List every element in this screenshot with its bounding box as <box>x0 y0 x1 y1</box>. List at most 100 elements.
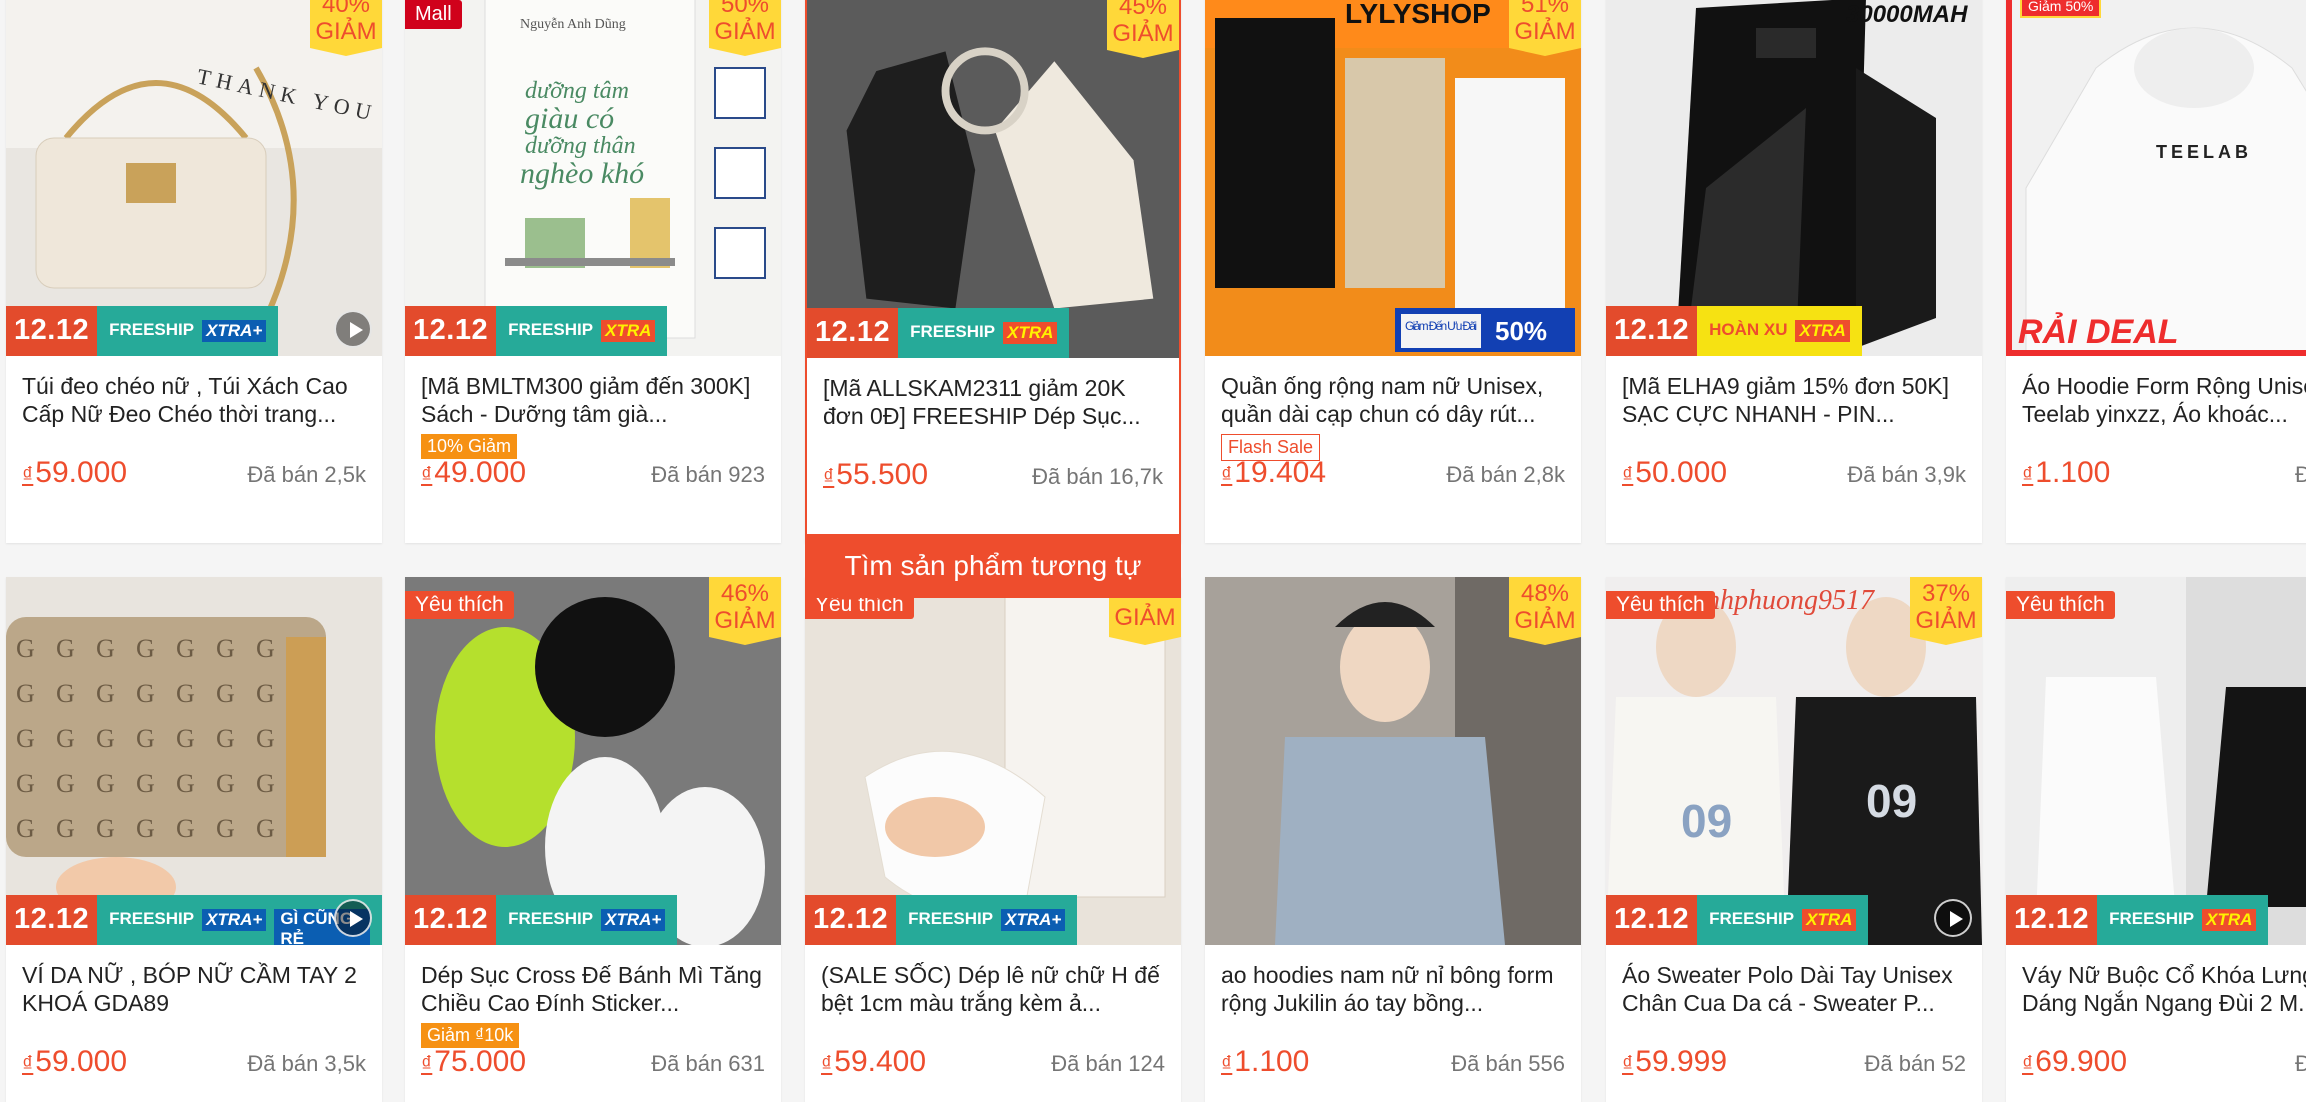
product-grid: THANK YOU 40% GIẢM 12.12 FREESHIP XTRA+ Túi đe… <box>0 0 2306 1102</box>
price-amount: 59.000 <box>35 456 128 489</box>
promo-date: 12.12 <box>2006 895 2098 945</box>
discount-label: GIẢM <box>1112 20 1174 47</box>
svg-text:G: G <box>136 724 155 753</box>
product-title[interactable]: [Mã BMLTM300 giảm đến 300K] Sách - Dưỡng… <box>421 372 765 428</box>
favorite-badge: Yêu thích <box>405 591 514 619</box>
freeship-label: FREESHIP XTRA+ <box>896 895 1078 945</box>
currency-symbol: ₫ <box>821 1051 833 1076</box>
freeship-text: FREESHIP <box>508 320 594 339</box>
svg-text:G: G <box>256 769 275 798</box>
product-thumbnail[interactable]: 48% GIẢM <box>1205 577 1581 945</box>
price-row: ₫59.000 Đã bán 3,5k <box>22 1045 366 1079</box>
currency-symbol: ₫ <box>2022 1051 2034 1076</box>
product-info: Quần ống rộng nam nữ Unisex, quần dài cạ… <box>1205 356 1581 543</box>
svg-text:G: G <box>16 814 35 843</box>
promo-date: 12.12 <box>405 306 497 356</box>
price-amount: 19.404 <box>1234 456 1327 489</box>
price-row: ₫75.000 Đã bán 631 <box>421 1045 765 1079</box>
svg-text:G: G <box>176 724 195 753</box>
product-thumbnail[interactable]: LYLYSHOP Giảm Đến Ưu Đãi 50% 51% GIẢM <box>1205 0 1581 356</box>
product-title[interactable]: [Mã ELHA9 giảm 15% đơn 50K] SẠC CỰC NHAN… <box>1622 372 1966 428</box>
discount-badge: 37% GIẢM <box>1910 577 1982 645</box>
currency-symbol: ₫ <box>421 1051 433 1076</box>
svg-text:G: G <box>256 724 275 753</box>
product-card[interactable]: GGGGGGGGGGGGGGGGGGGGGGGGGGGGGGGGGGGGGGGG… <box>6 577 382 1102</box>
price-amount: 55.500 <box>836 458 929 491</box>
product-thumbnail[interactable]: Nguyễn Anh Dũng dưỡng tâm giàu có dưỡng thâ… <box>405 0 781 356</box>
freeship-label: FREESHIP XTRA+ <box>496 895 678 945</box>
xtra-label: XTRA+ <box>202 909 267 931</box>
product-title[interactable]: Túi đeo chéo nữ , Túi Xách Cao Cấp Nữ Đe… <box>22 372 366 428</box>
product-title[interactable]: (SALE SỐC) Dép lê nữ chữ H đế bệt 1cm mà… <box>821 961 1165 1017</box>
product-info: (SALE SỐC) Dép lê nữ chữ H đế bệt 1cm mà… <box>805 945 1181 1102</box>
price-amount: 75.000 <box>434 1045 527 1078</box>
currency-symbol: ₫ <box>823 464 835 489</box>
discount-percent: 51% <box>1520 0 1570 18</box>
discount-percent: 37% <box>1921 580 1971 607</box>
price-amount: 1.100 <box>2035 456 2111 489</box>
svg-text:G: G <box>16 679 35 708</box>
product-thumbnail[interactable]: 30000MAH 12.12 HOÀN XU XTRA <box>1606 0 1982 356</box>
product-card[interactable]: Nguyễn Anh Dũng dưỡng tâm giàu có dưỡng thâ… <box>405 0 781 543</box>
product-title[interactable]: Váy Nữ Buộc Cổ Khóa Lưng Dáng Ngắn Ngang… <box>2022 961 2306 1017</box>
sold-count: Đã bán 556 <box>1451 1051 1565 1076</box>
product-card[interactable]: 09 09 nhphuong9517 37% GIẢM Yêu thích 12.12 FRE… <box>1606 577 1982 1102</box>
play-video-icon[interactable] <box>334 310 372 348</box>
product-card[interactable]: LYLYSHOP Giảm Đến Ưu Đãi 50% 51% GIẢM Quần ốn… <box>1205 0 1581 543</box>
product-title[interactable]: Quần ống rộng nam nữ Unisex, quần dài cạ… <box>1221 372 1565 428</box>
price-row: ₫1.100 Đã bán <box>2022 456 2306 490</box>
freeship-text: FREESHIP <box>109 320 195 339</box>
product-thumbnail[interactable]: 46% GIẢM Yêu thích 12.12 FREESHIP XTRA+ <box>405 577 781 945</box>
price-amount: 49.000 <box>434 456 527 489</box>
product-title[interactable]: Áo Sweater Polo Dài Tay Unisex Chân Cua … <box>1622 961 1966 1017</box>
product-card[interactable]: 46% GIẢM Yêu thích 12.12 FREESHIP XTRA+ Dép Sụ… <box>405 577 781 1102</box>
currency-symbol: ₫ <box>22 462 34 487</box>
product-image-hoodie: TEELAB <box>2006 0 2306 356</box>
sold-count: Đã bán 124 <box>1051 1051 1165 1076</box>
product-card-hovered[interactable]: 45% GIẢM 12.12 FREESHIP XTRA [Mã ALLSKAM2311 … <box>805 0 1181 598</box>
promo-date: 12.12 <box>1606 306 1698 356</box>
image-text: Nguyễn Anh Dũng <box>520 17 626 32</box>
product-thumbnail[interactable]: TEELAB RẢI DEAL Giảm 50% <box>2006 0 2306 356</box>
product-thumbnail[interactable]: Yêu thích 12.12 FREESHIP XTRA <box>2006 577 2306 945</box>
product-title[interactable]: Áo Hoodie Form Rộng Unisex Teelab yinxzz… <box>2022 372 2306 428</box>
product-price: ₫50.000 <box>1622 456 1727 490</box>
promo-date: 12.12 <box>805 895 897 945</box>
play-video-icon[interactable] <box>1934 899 1972 937</box>
currency-symbol: ₫ <box>2022 462 2034 487</box>
product-card[interactable]: GIẢM Yêu thích 12.12 FREESHIP XTRA+ (SALE SỐC… <box>805 577 1181 1102</box>
product-image-dress <box>2006 577 2306 945</box>
product-thumbnail[interactable]: 09 09 nhphuong9517 37% GIẢM Yêu thích 12.12 FRE… <box>1606 577 1982 945</box>
svg-text:09: 09 <box>1866 775 1917 827</box>
play-video-icon[interactable] <box>334 899 372 937</box>
product-thumbnail[interactable]: 45% GIẢM 12.12 FREESHIP XTRA <box>807 0 1179 358</box>
product-card[interactable]: THANK YOU 40% GIẢM 12.12 FREESHIP XTRA+ Túi đe… <box>6 0 382 543</box>
product-title[interactable]: [Mã ALLSKAM2311 giảm 20K đơn 0Đ] FREESHI… <box>823 374 1163 430</box>
product-thumbnail[interactable]: THANK YOU 40% GIẢM 12.12 FREESHIP XTRA+ <box>6 0 382 356</box>
product-title[interactable]: ao hoodies nam nữ nỉ bông form rộng Juki… <box>1221 961 1565 1017</box>
promo-banner: 12.12 FREESHIP XTRA+ <box>6 306 279 356</box>
freeship-text: FREESHIP <box>1709 909 1795 928</box>
product-thumbnail[interactable]: GIẢM Yêu thích 12.12 FREESHIP XTRA+ <box>805 577 1181 945</box>
currency-symbol: ₫ <box>1221 462 1233 487</box>
promo-banner: 12.12 FREESHIP XTRA+ GÌ CŨNG RẺ <box>6 895 382 945</box>
product-title[interactable]: Dép Sục Cross Đế Bánh Mì Tăng Chiều Cao … <box>421 961 765 1017</box>
product-card[interactable]: 48% GIẢM ao hoodies nam nữ nỉ bông form rộ… <box>1205 577 1581 1102</box>
freeship-text: FREESHIP <box>109 909 195 928</box>
product-card[interactable]: TEELAB RẢI DEAL Giảm 50% Áo Hoodie Form Rộn… <box>2006 0 2306 543</box>
svg-text:G: G <box>216 724 235 753</box>
promo-banner: 12.12 FREESHIP XTRA <box>405 306 668 356</box>
product-info: Túi đeo chéo nữ , Túi Xách Cao Cấp Nữ Đe… <box>6 356 382 543</box>
freeship-label: FREESHIP XTRA+ <box>97 306 279 356</box>
freeship-label: FREESHIP XTRA <box>1697 895 1869 945</box>
product-card[interactable]: Yêu thích 12.12 FREESHIP XTRA Váy Nữ Buộc Cổ… <box>2006 577 2306 1102</box>
product-card[interactable]: 30000MAH 12.12 HOÀN XU XTRA [Mã ELHA9 giảm 1… <box>1606 0 1982 543</box>
product-title[interactable]: VÍ DA NỮ , BÓP NỮ CẦM TAY 2 KHOÁ GDA89 <box>22 961 366 1017</box>
currency-symbol: ₫ <box>22 1051 34 1076</box>
find-similar-button[interactable]: Tìm sản phẩm tương tự <box>805 534 1181 598</box>
product-thumbnail[interactable]: GGGGGGGGGGGGGGGGGGGGGGGGGGGGGGGGGGGGGGGG… <box>6 577 382 945</box>
discount-label: GIẢM <box>1514 607 1576 634</box>
discount-label: GIẢM <box>714 18 776 45</box>
xtra-label: XTRA+ <box>601 909 666 931</box>
product-price: ₫75.000 <box>421 1045 526 1079</box>
